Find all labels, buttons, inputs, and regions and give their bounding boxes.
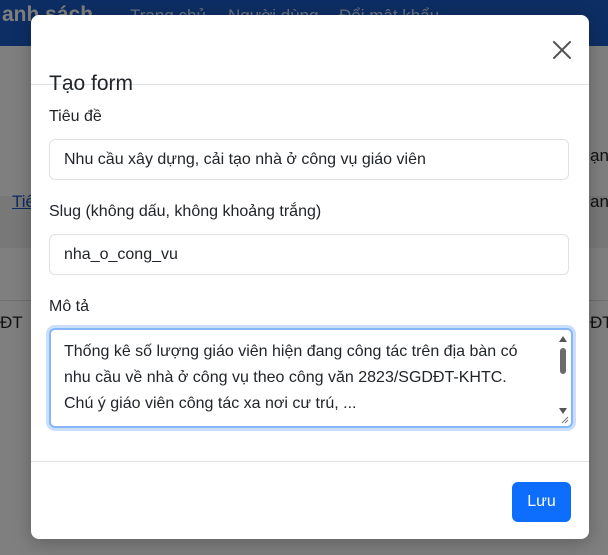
scroll-thumb[interactable] bbox=[560, 348, 566, 374]
slug-label: Slug (không dấu, không khoảng trắng) bbox=[49, 203, 322, 220]
resize-grip-icon[interactable] bbox=[561, 416, 569, 424]
description-textarea[interactable]: Thống kê số lượng giáo viên hiện đang cô… bbox=[49, 328, 573, 428]
description-text: Thống kê số lượng giáo viên hiện đang cô… bbox=[64, 343, 518, 412]
scroll-down-arrow-icon[interactable] bbox=[559, 408, 567, 414]
close-button[interactable] bbox=[549, 37, 575, 63]
textarea-scrollbar[interactable] bbox=[558, 336, 568, 420]
save-button[interactable]: Lưu bbox=[512, 482, 571, 522]
slug-input[interactable] bbox=[49, 234, 569, 275]
modal-footer: Lưu bbox=[31, 461, 589, 539]
description-label: Mô tả bbox=[49, 298, 90, 315]
title-label: Tiêu đề bbox=[49, 108, 102, 125]
title-input[interactable] bbox=[49, 139, 569, 180]
create-form-modal: Tạo form Tiêu đề Slug (không dấu, không … bbox=[31, 15, 589, 539]
modal-title: Tạo form bbox=[49, 72, 134, 96]
scroll-up-arrow-icon[interactable] bbox=[559, 336, 567, 342]
close-icon bbox=[553, 41, 571, 59]
modal-header: Tạo form bbox=[31, 15, 589, 95]
